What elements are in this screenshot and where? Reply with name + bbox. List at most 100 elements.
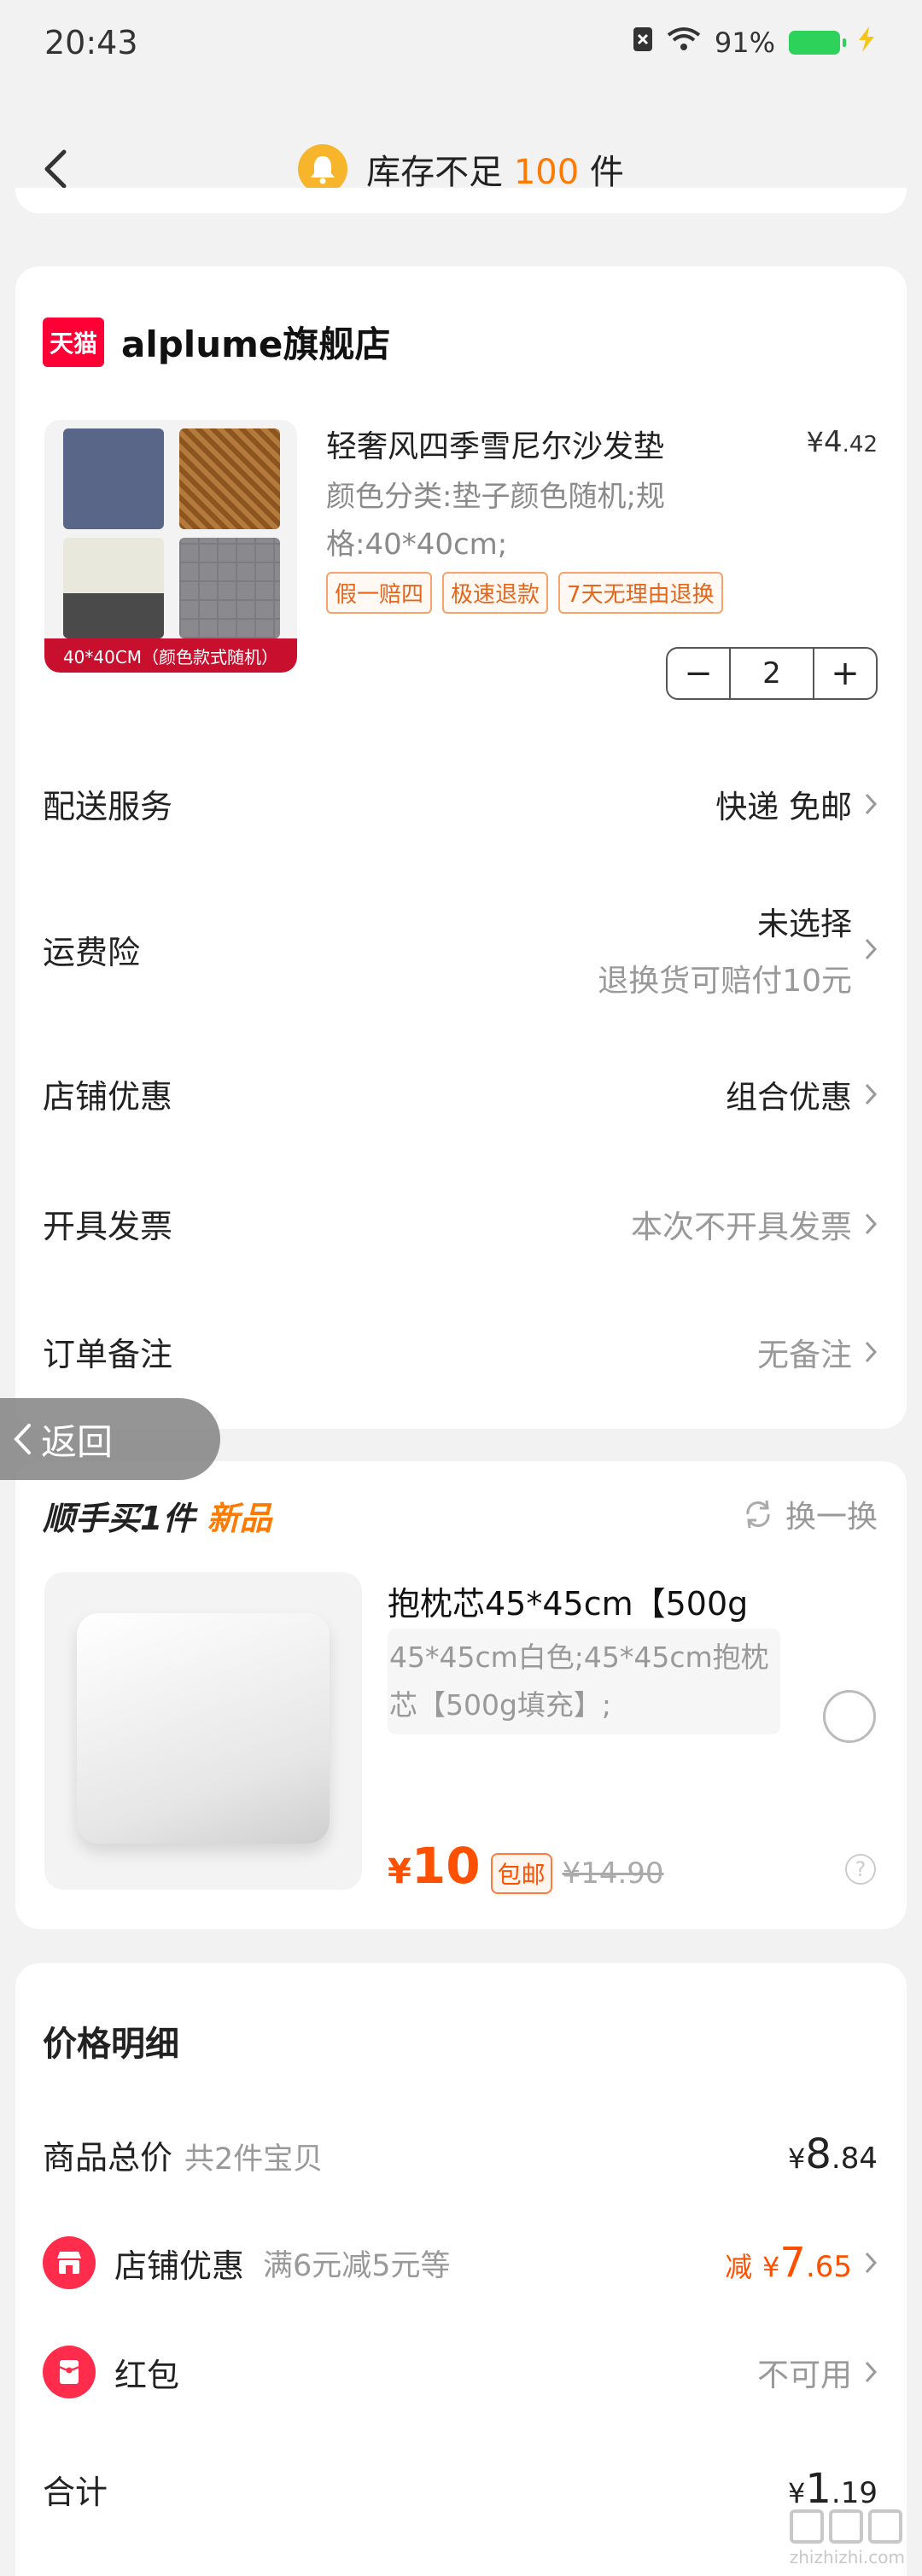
quantity-value[interactable]: 2 bbox=[729, 649, 814, 698]
goods-total-label: 商品总价 bbox=[43, 2138, 173, 2177]
insurance-label: 运费险 bbox=[43, 933, 141, 971]
addon-spec[interactable]: 45*45cm白色;45*45cm抱枕芯【500g填充】; bbox=[388, 1629, 780, 1734]
chevron-right-icon bbox=[865, 793, 878, 814]
addon-price-row: ¥10 包邮 ¥14.90 bbox=[388, 1837, 664, 1895]
goods-count: 共2件宝贝 bbox=[184, 2142, 324, 2177]
back-button[interactable] bbox=[31, 145, 79, 193]
goods-total-value: ¥8.84 bbox=[788, 2130, 878, 2178]
row-store-discount[interactable]: 店铺优惠 组合优惠 bbox=[43, 1070, 878, 1117]
price-detail-card: 价格明细 商品总价 共2件宝贝 ¥8.84 店铺优惠 满6元减5元等 减 ¥7.6… bbox=[15, 1963, 907, 2576]
addon-image[interactable] bbox=[44, 1572, 362, 1890]
addon-title: 顺手买1件 新品 bbox=[43, 1500, 272, 1537]
swap-button[interactable]: 换一换 bbox=[741, 1492, 878, 1536]
order-card: 天猫 alplume旗舰店 40*40CM（颜色款式随机） 轻奢风四季雪尼尔沙发… bbox=[15, 266, 907, 1429]
previous-card-edge bbox=[15, 188, 907, 213]
watermark: zhizhizhi.com bbox=[789, 2509, 905, 2567]
invoice-label: 开具发票 bbox=[43, 1208, 173, 1245]
sim-icon bbox=[633, 26, 653, 59]
redpacket-label: 红包 bbox=[114, 2356, 180, 2394]
redpacket-value: 不可用 bbox=[757, 2357, 852, 2393]
product-tile-3 bbox=[63, 538, 164, 638]
row-invoice[interactable]: 开具发票 本次不开具发票 bbox=[43, 1200, 878, 1247]
addon-select-radio[interactable] bbox=[823, 1690, 876, 1743]
chevron-right-icon bbox=[865, 2361, 878, 2383]
status-time: 20:43 bbox=[44, 24, 138, 61]
store-discount-value: 组合优惠 bbox=[726, 1078, 852, 1116]
refresh-icon bbox=[746, 1500, 770, 1529]
shop-name: alplume旗舰店 bbox=[121, 323, 391, 365]
chevron-right-icon bbox=[865, 1341, 878, 1362]
sum-value: ¥1.19 bbox=[788, 2465, 878, 2513]
addon-name[interactable]: 抱枕芯45*45cm【500g bbox=[388, 1577, 748, 1624]
addon-price: ¥10 bbox=[388, 1837, 481, 1895]
chevron-right-icon bbox=[865, 1083, 878, 1104]
wifi-icon bbox=[667, 26, 701, 59]
price-store-discount-label: 店铺优惠 bbox=[114, 2247, 245, 2285]
product-title[interactable]: 轻奢风四季雪尼尔沙发垫 bbox=[326, 422, 664, 466]
store-discount-label: 店铺优惠 bbox=[43, 1078, 173, 1116]
watermark-text: zhizhizhi.com bbox=[789, 2547, 905, 2567]
row-note[interactable]: 订单备注 无备注 bbox=[43, 1328, 878, 1375]
swap-label: 换一换 bbox=[785, 1500, 878, 1535]
increase-button[interactable]: + bbox=[814, 649, 876, 698]
chevron-right-icon bbox=[865, 1213, 878, 1234]
help-icon[interactable]: ? bbox=[845, 1854, 876, 1885]
row-redpacket[interactable]: 红包 不可用 bbox=[43, 2346, 878, 2398]
shop-header[interactable]: 天猫 alplume旗舰店 bbox=[43, 316, 390, 368]
battery-icon bbox=[789, 31, 846, 55]
chevron-right-icon bbox=[865, 938, 878, 960]
free-shipping-badge: 包邮 bbox=[490, 1853, 552, 1894]
service-tags: 假一赔四 极速退款 7天无理由退换 bbox=[326, 572, 723, 614]
tag-7day-return: 7天无理由退换 bbox=[558, 572, 723, 614]
row-sum: 合计 ¥1.19 bbox=[43, 2465, 878, 2513]
pillow-image bbox=[77, 1613, 330, 1844]
row-price-store-discount[interactable]: 店铺优惠 满6元减5元等 减 ¥7.65 bbox=[43, 2236, 878, 2289]
new-badge: 新品 bbox=[207, 1500, 272, 1537]
status-bar: 20:43 91% bbox=[0, 0, 922, 85]
product-tile-1 bbox=[63, 428, 164, 529]
tag-fast-refund: 极速退款 bbox=[442, 572, 549, 614]
chevron-left-icon bbox=[14, 1424, 31, 1454]
delivery-label: 配送服务 bbox=[43, 788, 173, 825]
watermark-logo-icon bbox=[789, 2509, 905, 2544]
charging-icon bbox=[854, 25, 878, 61]
battery-percent: 91% bbox=[714, 26, 775, 59]
discount-rule: 满6元减5元等 bbox=[263, 2248, 451, 2283]
delivery-value: 快递 免邮 bbox=[715, 788, 852, 825]
note-value: 无备注 bbox=[757, 1336, 852, 1373]
red-packet-icon bbox=[43, 2346, 96, 2398]
bell-icon bbox=[298, 143, 348, 194]
title-suffix: 件 bbox=[589, 152, 624, 192]
floating-back-label: 返回 bbox=[41, 1420, 114, 1463]
title-prefix: 库存不足 bbox=[366, 152, 504, 192]
title-number: 100 bbox=[513, 152, 580, 192]
product-image[interactable]: 40*40CM（颜色款式随机） bbox=[44, 420, 297, 673]
insurance-desc: 退换货可赔付10元 bbox=[598, 964, 852, 999]
image-banner: 40*40CM（颜色款式随机） bbox=[44, 638, 297, 673]
page-title: 库存不足 100 件 bbox=[298, 143, 624, 194]
row-delivery[interactable]: 配送服务 快递 免邮 bbox=[43, 780, 878, 827]
sum-label: 合计 bbox=[43, 2473, 108, 2511]
addon-old-price: ¥14.90 bbox=[562, 1856, 664, 1891]
insurance-status: 未选择 bbox=[757, 906, 852, 942]
floating-back-button[interactable]: 返回 bbox=[0, 1398, 220, 1480]
product-spec[interactable]: 颜色分类:垫子颜色随机;规格:40*40cm; bbox=[326, 473, 753, 568]
discount-value: 减 ¥7.65 bbox=[725, 2239, 878, 2287]
decrease-button[interactable]: − bbox=[668, 649, 729, 698]
invoice-value: 本次不开具发票 bbox=[631, 1208, 852, 1245]
addon-card: 顺手买1件 新品 换一换 抱枕芯45*45cm【500g 45*45cm白色;45… bbox=[15, 1461, 907, 1929]
row-insurance[interactable]: 运费险 未选择 退换货可赔付10元 bbox=[43, 898, 878, 1000]
tmall-logo: 天猫 bbox=[43, 317, 104, 367]
product-tile-2 bbox=[179, 428, 280, 529]
tag-fake-compensation: 假一赔四 bbox=[326, 572, 433, 614]
price-detail-title: 价格明细 bbox=[43, 2025, 179, 2064]
product-tile-4 bbox=[179, 538, 280, 638]
chevron-right-icon bbox=[865, 2252, 878, 2274]
store-icon bbox=[43, 2236, 96, 2289]
note-label: 订单备注 bbox=[43, 1336, 173, 1373]
quantity-stepper: − 2 + bbox=[666, 647, 878, 700]
row-goods-total: 商品总价 共2件宝贝 ¥8.84 bbox=[43, 2130, 878, 2178]
product-price: ¥4.42 bbox=[806, 425, 878, 459]
chevron-left-icon bbox=[44, 149, 67, 189]
status-icons: 91% bbox=[633, 25, 878, 61]
